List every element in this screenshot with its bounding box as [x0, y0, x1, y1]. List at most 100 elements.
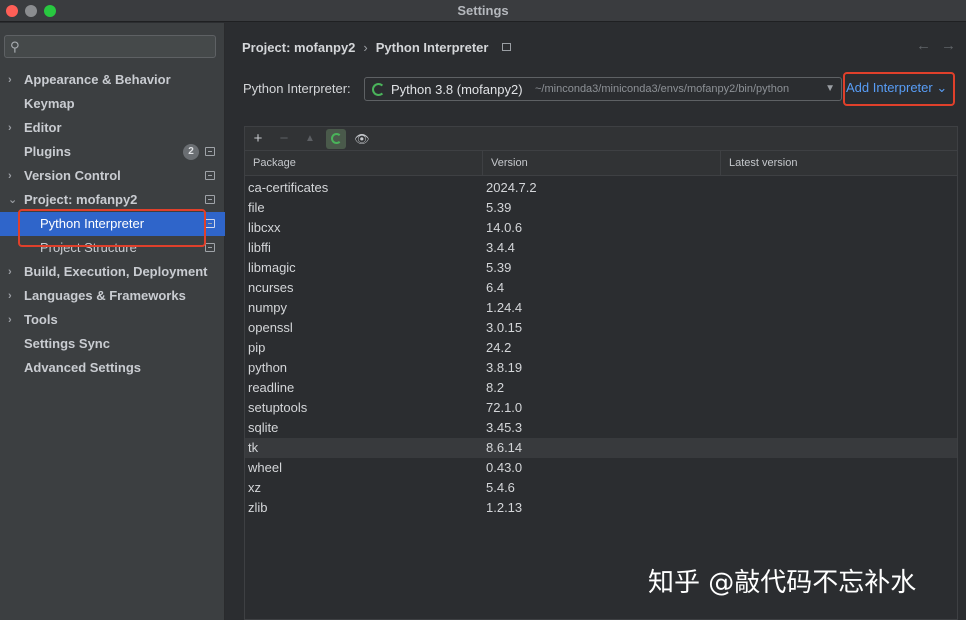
column-header-version[interactable]: Version — [483, 151, 721, 176]
settings-search-input[interactable]: ⚲ — [4, 35, 216, 58]
sidebar-item-label: Advanced Settings — [24, 356, 141, 380]
package-name-cell: libmagic — [248, 258, 296, 278]
package-version-cell: 1.2.13 — [486, 498, 522, 518]
sidebar-item-languages[interactable]: › Languages & Frameworks — [0, 284, 225, 308]
sidebar-item-plugins[interactable]: Plugins 2 — [0, 140, 225, 164]
table-row[interactable]: readline 8.2 — [245, 378, 957, 398]
title-bar: Settings — [0, 0, 966, 22]
dropdown-arrow-icon[interactable]: ▼ — [825, 83, 835, 94]
package-version-cell: 72.1.0 — [486, 398, 522, 418]
window-title: Settings — [0, 3, 966, 18]
table-row[interactable]: tk8.6.14 — [245, 438, 957, 458]
sidebar-item-advanced-settings[interactable]: Advanced Settings — [0, 356, 225, 380]
sidebar-item-tools[interactable]: › Tools — [0, 308, 225, 332]
table-row[interactable]: libcxx 14.0.6 — [245, 218, 957, 238]
package-name-cell: sqlite — [248, 418, 278, 438]
remove-package-button[interactable]: − — [274, 129, 294, 149]
project-settings-icon — [205, 219, 215, 228]
table-header: Package Version Latest version — [245, 151, 957, 176]
project-settings-icon — [205, 195, 215, 204]
package-version-cell: 2024.7.2 — [486, 178, 537, 198]
sidebar-item-label: Version Control — [24, 164, 121, 188]
interpreter-select[interactable]: Python 3.8 (mofanpy2) ~/minconda3/minico… — [364, 77, 842, 101]
sidebar-item-label: Tools — [24, 308, 58, 332]
search-icon: ⚲ — [10, 39, 20, 55]
sidebar-item-label: Build, Execution, Deployment — [24, 260, 207, 284]
chevron-right-icon[interactable]: › — [8, 116, 12, 140]
table-row[interactable]: python 3.8.19 — [245, 358, 957, 378]
chevron-right-icon[interactable]: › — [8, 260, 12, 284]
show-early-releases-eye-icon[interactable]: 👁 — [352, 129, 372, 149]
package-version-cell: 3.0.15 — [486, 318, 522, 338]
packages-table: Package Version Latest version ca-certif… — [244, 150, 958, 620]
table-row[interactable]: zlib 1.2.13 — [245, 498, 957, 518]
sidebar-item-label: Languages & Frameworks — [24, 284, 186, 308]
table-row[interactable]: pip24.2 — [245, 338, 957, 358]
sidebar-item-label: Keymap — [24, 92, 75, 116]
table-row[interactable]: xz 5.4.6 — [245, 478, 957, 498]
table-row[interactable]: libmagic 5.39 — [245, 258, 957, 278]
chevron-right-icon[interactable]: › — [8, 284, 12, 308]
sidebar-item-label: Plugins — [24, 140, 71, 164]
table-row[interactable]: openssl 3.0.15 — [245, 318, 957, 338]
sidebar-item-label: Appearance & Behavior — [24, 68, 171, 92]
table-row[interactable]: ncurses6.4 — [245, 278, 957, 298]
package-name-cell: libcxx — [248, 218, 281, 238]
package-version-cell: 3.8.19 — [486, 358, 522, 378]
package-name-cell: libffi — [248, 238, 271, 258]
package-version-cell: 5.4.6 — [486, 478, 515, 498]
sidebar-item-label: Settings Sync — [24, 332, 110, 356]
sidebar-item-editor[interactable]: › Editor — [0, 116, 225, 140]
breadcrumb-page: Python Interpreter — [376, 40, 489, 55]
highlight-annotation — [843, 72, 955, 106]
breadcrumb-separator: › — [363, 40, 367, 55]
table-row[interactable]: ca-certificates 2024.7.2 — [245, 178, 957, 198]
refresh-spinner-button[interactable] — [326, 129, 346, 149]
package-version-cell: 1.24.4 — [486, 298, 522, 318]
table-row[interactable]: numpy1.24.4 — [245, 298, 957, 318]
package-name-cell: ca-certificates — [248, 178, 328, 198]
breadcrumb-project[interactable]: Project: mofanpy2 — [242, 40, 355, 55]
column-header-package[interactable]: Package — [245, 151, 483, 176]
table-row[interactable]: wheel0.43.0 — [245, 458, 957, 478]
package-version-cell: 8.2 — [486, 378, 504, 398]
package-version-cell: 3.4.4 — [486, 238, 515, 258]
back-arrow-icon[interactable]: ← — [916, 37, 931, 54]
settings-sidebar: ⚲ › Appearance & Behavior Keymap › Edito… — [0, 23, 225, 620]
package-name-cell: file — [248, 198, 265, 218]
add-package-button[interactable]: + — [248, 129, 268, 149]
sidebar-item-version-control[interactable]: › Version Control — [0, 164, 225, 188]
package-version-cell: 8.6.14 — [486, 438, 522, 458]
chevron-right-icon[interactable]: › — [8, 308, 12, 332]
package-name-cell: openssl — [248, 318, 293, 338]
loading-spinner-icon — [372, 83, 385, 96]
package-version-cell: 0.43.0 — [486, 458, 522, 478]
package-name-cell: xz — [248, 478, 261, 498]
packages-toolbar: + − ▲ 👁 — [244, 126, 958, 150]
sidebar-item-settings-sync[interactable]: Settings Sync — [0, 332, 225, 356]
interpreter-label: Python Interpreter: — [243, 81, 351, 96]
table-row[interactable]: file5.39 — [245, 198, 957, 218]
upgrade-package-button[interactable]: ▲ — [300, 129, 320, 149]
loading-spinner-icon — [331, 133, 342, 144]
package-version-cell: 5.39 — [486, 258, 511, 278]
sidebar-item-appearance[interactable]: › Appearance & Behavior — [0, 68, 225, 92]
package-version-cell: 3.45.3 — [486, 418, 522, 438]
table-row[interactable]: sqlite 3.45.3 — [245, 418, 957, 438]
plugins-count-badge: 2 — [183, 144, 199, 160]
sidebar-item-keymap[interactable]: Keymap — [0, 92, 225, 116]
table-row[interactable]: setuptools72.1.0 — [245, 398, 957, 418]
chevron-right-icon[interactable]: › — [8, 68, 12, 92]
package-name-cell: python — [248, 358, 287, 378]
column-header-latest-version[interactable]: Latest version — [721, 151, 957, 176]
forward-arrow-icon[interactable]: → — [941, 37, 956, 54]
main-panel: Project: mofanpy2›Python Interpreter ←→ … — [226, 23, 966, 620]
breadcrumb: Project: mofanpy2 › Python Interpreter — [242, 40, 511, 55]
package-name-cell: readline — [248, 378, 294, 398]
sidebar-item-build[interactable]: › Build, Execution, Deployment — [0, 260, 225, 284]
chevron-right-icon[interactable]: › — [8, 164, 12, 188]
table-row[interactable]: libffi 3.4.4 — [245, 238, 957, 258]
package-name-cell: zlib — [248, 498, 268, 518]
package-version-cell: 14.0.6 — [486, 218, 522, 238]
chevron-down-icon[interactable]: ⌄ — [8, 188, 17, 212]
